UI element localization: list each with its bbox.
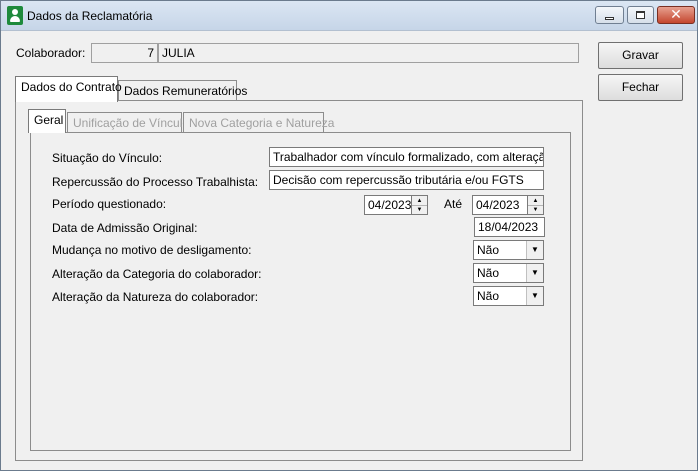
window-title: Dados da Reclamatória xyxy=(27,9,153,23)
ate-label: Até xyxy=(444,197,463,211)
user-icon xyxy=(7,6,23,25)
triangle-up-icon[interactable]: ▲ xyxy=(412,196,427,205)
colaborador-label: Colaborador: xyxy=(16,46,86,60)
close-button[interactable]: Fechar xyxy=(598,74,683,101)
tab-dados-contrato[interactable]: Dados do Contrato xyxy=(15,76,122,102)
maximize-button[interactable] xyxy=(627,6,654,24)
periodo-label: Período questionado: xyxy=(52,197,167,211)
triangle-up-icon[interactable]: ▲ xyxy=(528,196,543,205)
tab-dados-remuneratorios[interactable]: Dados Remuneratórios xyxy=(118,80,247,102)
maximize-icon xyxy=(636,11,645,19)
tab-panel-dados-contrato: Geral Unificação de Vínculo Nova Categor… xyxy=(15,100,583,461)
admissao-label: Data de Admissão Original: xyxy=(52,221,198,235)
subtab-panel-geral: Situação do Vínculo: Trabalhador com vín… xyxy=(30,132,571,451)
periodo-start-field[interactable]: 04/2023 xyxy=(364,195,412,215)
minimize-button[interactable] xyxy=(595,6,624,24)
alteracao-categoria-label: Alteração da Categoria do colaborador: xyxy=(52,267,262,281)
mudanca-motivo-label: Mudança no motivo de desligamento: xyxy=(52,243,252,257)
alteracao-natureza-label: Alteração da Natureza do colaborador: xyxy=(52,290,259,304)
save-button[interactable]: Gravar xyxy=(598,42,683,69)
subtab-nova-categoria-natureza: Nova Categoria e Natureza xyxy=(183,112,334,133)
repercussao-field[interactable]: Decisão com repercussão tributária e/ou … xyxy=(269,170,544,190)
colaborador-name-field: JULIA xyxy=(158,43,579,63)
alteracao-categoria-select[interactable]: Não ▼ xyxy=(473,263,544,283)
alteracao-categoria-value: Não xyxy=(477,266,500,280)
repercussao-label: Repercussão do Processo Trabalhista: xyxy=(52,175,259,189)
periodo-start-spinner[interactable]: ▲ ▼ xyxy=(412,195,428,215)
mudanca-motivo-value: Não xyxy=(477,243,500,257)
subtab-unificacao-vinculo: Unificação de Vínculo xyxy=(67,112,189,133)
alteracao-natureza-select[interactable]: Não ▼ xyxy=(473,286,544,306)
periodo-end-field[interactable]: 04/2023 xyxy=(472,195,528,215)
chevron-down-icon[interactable]: ▼ xyxy=(526,241,543,259)
subtab-geral[interactable]: Geral xyxy=(28,109,66,133)
triangle-down-icon[interactable]: ▼ xyxy=(412,205,427,214)
close-window-button[interactable]: ✕ xyxy=(657,6,695,24)
title-bar[interactable]: Dados da Reclamatória ✕ xyxy=(1,1,697,31)
alteracao-natureza-value: Não xyxy=(477,289,500,303)
colaborador-code-field: 7 xyxy=(91,43,158,63)
close-icon: ✕ xyxy=(670,7,682,23)
admissao-field[interactable]: 18/04/2023 xyxy=(474,217,545,237)
situacao-vinculo-label: Situação do Vínculo: xyxy=(52,151,163,165)
periodo-end-spinner[interactable]: ▲ ▼ xyxy=(528,195,544,215)
triangle-down-icon[interactable]: ▼ xyxy=(528,205,543,214)
mudanca-motivo-select[interactable]: Não ▼ xyxy=(473,240,544,260)
dialog-window: Dados da Reclamatória ✕ Colaborador: 7 J… xyxy=(0,0,698,471)
chevron-down-icon[interactable]: ▼ xyxy=(526,287,543,305)
situacao-vinculo-field[interactable]: Trabalhador com vínculo formalizado, com… xyxy=(269,147,544,167)
minimize-icon xyxy=(605,16,614,20)
chevron-down-icon[interactable]: ▼ xyxy=(526,264,543,282)
